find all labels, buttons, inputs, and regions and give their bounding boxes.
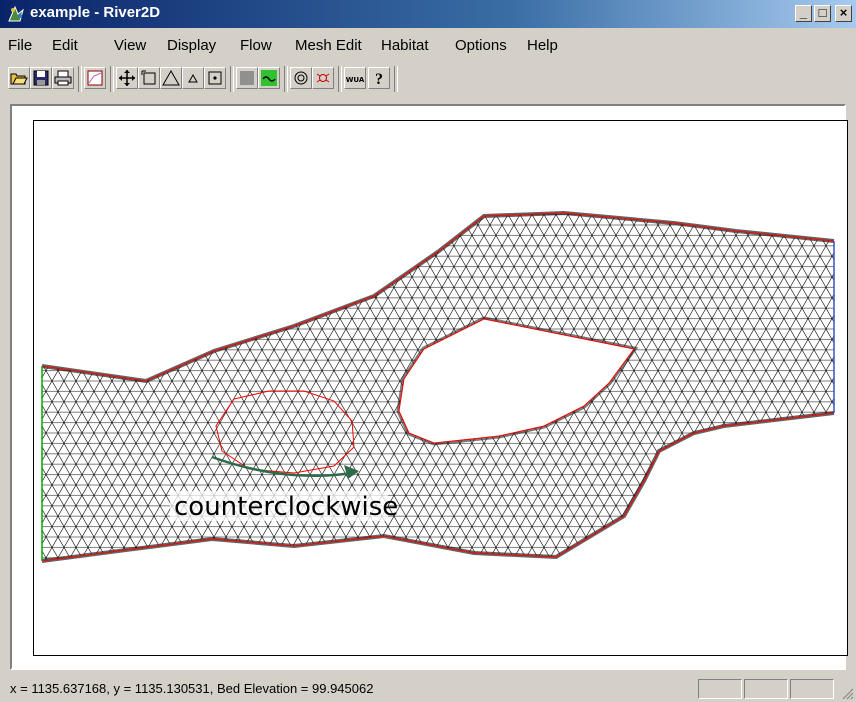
small-triangle-button[interactable] (182, 67, 204, 89)
close-button[interactable]: × (835, 5, 852, 22)
target-icon (294, 71, 308, 85)
open-button[interactable] (8, 67, 30, 89)
river2d-app-icon (8, 5, 24, 22)
print-icon (54, 70, 72, 86)
menu-file[interactable]: File (8, 37, 32, 54)
help-pointer-button[interactable]: ? (368, 67, 390, 89)
status-pane-2 (744, 679, 788, 699)
zoom-box-icon (141, 70, 156, 85)
status-pane-1 (698, 679, 742, 699)
gray-square-icon (240, 71, 254, 85)
pan-icon (119, 70, 135, 86)
counterclockwise-label: counterclockwise (174, 492, 398, 522)
menu-options[interactable]: Options (455, 37, 507, 54)
node-icon (208, 71, 222, 85)
mesh-svg: counterclockwise (41, 210, 835, 563)
status-bar: x = 1135.637168, y = 1135.130531, Bed El… (0, 676, 856, 702)
status-pane-3 (790, 679, 834, 699)
menu-view[interactable]: View (114, 37, 146, 54)
triangle-icon (162, 69, 180, 86)
pan-button[interactable] (116, 67, 138, 89)
mesh-canvas[interactable]: counterclockwise (33, 120, 848, 656)
flow-wave-icon (261, 70, 277, 86)
help-pointer-icon: ? (375, 71, 383, 88)
menu-bar: File Edit View Display Flow Mesh Edit Ha… (0, 32, 856, 58)
menu-flow[interactable]: Flow (240, 37, 272, 54)
plot-button[interactable] (84, 67, 106, 89)
menu-display[interactable]: Display (167, 37, 216, 54)
node-button[interactable] (204, 67, 226, 89)
open-icon (10, 73, 28, 85)
save-button[interactable] (30, 67, 52, 89)
menu-habitat[interactable]: Habitat (381, 37, 429, 54)
menu-edit[interactable]: Edit (52, 37, 78, 54)
wua-button[interactable]: WUA (344, 67, 366, 89)
print-button[interactable] (52, 67, 74, 89)
menu-help[interactable]: Help (527, 37, 558, 54)
bug-button[interactable] (312, 67, 334, 89)
save-icon (33, 70, 49, 86)
river2d-window: example - River2D _ □ × File Edit View D… (0, 0, 856, 702)
wua-label: WUA (346, 76, 365, 84)
small-triangle-icon (188, 73, 198, 83)
triangle-button[interactable] (160, 67, 182, 89)
maximize-button[interactable]: □ (814, 5, 831, 22)
toolbar: WUA ? (8, 64, 508, 100)
minimize-button[interactable]: _ (795, 5, 812, 22)
target-button[interactable] (290, 67, 312, 89)
flow-button[interactable] (258, 67, 280, 89)
size-grip-icon[interactable] (842, 688, 854, 700)
menu-mesh-edit[interactable]: Mesh Edit (295, 37, 362, 54)
window-title: example - River2D (30, 4, 161, 21)
bug-icon (316, 73, 330, 83)
svg-text:?: ? (375, 71, 383, 88)
plot-icon (87, 70, 103, 86)
gray-square-button[interactable] (236, 67, 258, 89)
title-bar[interactable]: example - River2D _ □ × (0, 0, 856, 28)
wua-icon: WUA (346, 76, 365, 84)
status-text: x = 1135.637168, y = 1135.130531, Bed El… (10, 681, 374, 696)
zoom-box-button[interactable] (138, 67, 160, 89)
